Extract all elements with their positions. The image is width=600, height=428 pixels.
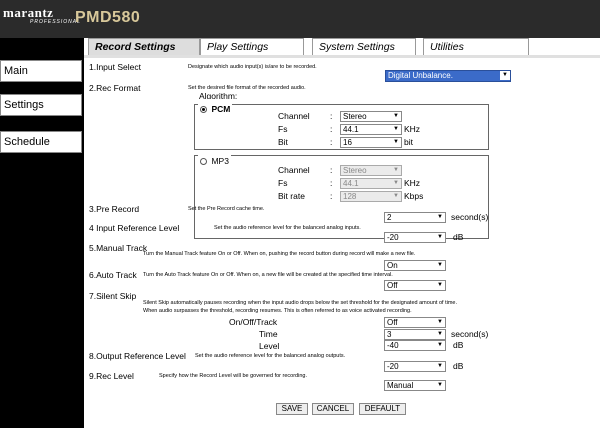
chevron-down-icon: ▼ xyxy=(437,363,443,369)
chevron-down-icon: ▼ xyxy=(393,167,399,173)
auto-track-select[interactable]: Off ▼ xyxy=(384,280,446,291)
pcm-radio[interactable] xyxy=(200,106,207,113)
sidebar-item-settings[interactable]: Settings xyxy=(0,94,82,116)
silent-skip-desc-1: Silent Skip automatically pauses recordi… xyxy=(143,300,457,306)
output-ref-unit: dB xyxy=(453,361,464,371)
mp3-channel-label: Channel xyxy=(278,165,310,175)
brand-tagline: PROFESSIONAL xyxy=(30,19,81,25)
colon-separator: : xyxy=(330,124,333,134)
mp3-fs-select: 44.1 ▼ xyxy=(340,178,402,189)
tab-system-settings[interactable]: System Settings xyxy=(312,38,416,55)
silent-skip-time-unit: second(s) xyxy=(451,329,489,339)
input-select-desc: Designate which audio input(s) is/are to… xyxy=(188,64,317,70)
pcm-fs-select[interactable]: 44.1 ▼ xyxy=(340,124,402,135)
input-select-title: 1.Input Select xyxy=(89,62,141,72)
silent-skip-level-unit: dB xyxy=(453,340,464,350)
tab-divider xyxy=(84,55,600,58)
colon-separator: : xyxy=(330,165,333,175)
input-ref-desc: Set the audio reference level for the ba… xyxy=(214,225,361,231)
settings-panel: Record Settings Play Settings System Set… xyxy=(84,38,600,428)
rec-level-title: 9.Rec Level xyxy=(89,371,134,381)
colon-separator: : xyxy=(330,191,333,201)
input-ref-select[interactable]: -20 ▼ xyxy=(384,232,446,243)
tab-record-settings[interactable]: Record Settings xyxy=(88,38,200,55)
pcm-legend: PCM xyxy=(198,99,233,114)
output-ref-select[interactable]: -20 ▼ xyxy=(384,361,446,372)
model-name: PMD580 xyxy=(75,9,141,26)
pre-record-select[interactable]: 2 ▼ xyxy=(384,212,446,223)
chevron-down-icon: ▼ xyxy=(393,193,399,199)
silent-skip-level-label: Level xyxy=(259,341,280,351)
mp3-radio[interactable] xyxy=(200,158,207,165)
manual-track-desc: Turn the Manual Track feature On or Off.… xyxy=(143,251,416,257)
colon-separator: : xyxy=(330,137,333,147)
colon-separator: : xyxy=(330,111,333,121)
silent-skip-desc-2: When audio surpasses the threshold, reco… xyxy=(143,308,412,314)
tab-utilities[interactable]: Utilities xyxy=(423,38,529,55)
rec-format-title: 2.Rec Format xyxy=(89,83,141,93)
pcm-bit-select[interactable]: 16 ▼ xyxy=(340,137,402,148)
auto-track-title: 6.Auto Track xyxy=(89,270,137,280)
brand-logo: marantz xyxy=(3,5,54,20)
pre-record-title: 3.Pre Record xyxy=(89,204,140,214)
chevron-down-icon: ▼ xyxy=(393,180,399,186)
silent-skip-title: 7.Silent Skip xyxy=(89,291,137,301)
chevron-down-icon: ▼ xyxy=(437,342,443,348)
input-ref-title: 4 Input Reference Level xyxy=(89,223,180,233)
pcm-fs-unit: KHz xyxy=(404,124,421,134)
chevron-down-icon: ▼ xyxy=(500,71,510,80)
pcm-bit-unit: bit xyxy=(404,137,413,147)
rec-level-desc: Specify how the Record Level will be gov… xyxy=(159,373,307,379)
sidebar-item-main[interactable]: Main xyxy=(0,60,82,82)
output-ref-desc: Set the audio reference level for the ba… xyxy=(195,353,346,359)
chevron-down-icon: ▼ xyxy=(393,126,399,132)
rec-level-select[interactable]: Manual ▼ xyxy=(384,380,446,391)
silent-skip-onoff-select[interactable]: Off ▼ xyxy=(384,317,446,328)
chevron-down-icon: ▼ xyxy=(437,262,443,268)
sidebar-item-schedule[interactable]: Schedule xyxy=(0,131,82,153)
default-button[interactable]: DEFAULT xyxy=(359,403,406,415)
save-button[interactable]: SAVE xyxy=(276,403,308,415)
pre-record-desc: Set the Pre Record cache time. xyxy=(188,206,265,212)
pcm-channel-label: Channel xyxy=(278,111,310,121)
manual-track-select[interactable]: On ▼ xyxy=(384,260,446,271)
mp3-fs-unit: KHz xyxy=(404,178,421,188)
cancel-button[interactable]: CANCEL xyxy=(312,403,354,415)
chevron-down-icon: ▼ xyxy=(437,234,443,240)
chevron-down-icon: ▼ xyxy=(437,331,443,337)
mp3-bitrate-select: 128 ▼ xyxy=(340,191,402,202)
app-header: marantz PROFESSIONAL PMD580 xyxy=(0,0,600,38)
mp3-bitrate-label: Bit rate xyxy=(278,191,305,201)
input-select-dropdown[interactable]: Digital Unbalance. ▼ xyxy=(385,70,511,82)
chevron-down-icon: ▼ xyxy=(437,319,443,325)
pre-record-unit: second(s) xyxy=(451,212,489,222)
mp3-fs-label: Fs xyxy=(278,178,288,188)
silent-skip-time-label: Time xyxy=(259,329,278,339)
pcm-channel-select[interactable]: Stereo ▼ xyxy=(340,111,402,122)
chevron-down-icon: ▼ xyxy=(393,113,399,119)
colon-separator: : xyxy=(330,178,333,188)
auto-track-desc: Turn the Auto Track feature On or Off. W… xyxy=(143,272,393,278)
silent-skip-time-select[interactable]: 3 ▼ xyxy=(384,329,446,340)
silent-skip-onoff-label: On/Off/Track xyxy=(229,317,278,327)
manual-track-title: 5.Manual Track xyxy=(89,243,148,253)
mp3-bitrate-unit: Kbps xyxy=(404,191,424,201)
mp3-channel-select: Stereo ▼ xyxy=(340,165,402,176)
chevron-down-icon: ▼ xyxy=(437,214,443,220)
chevron-down-icon: ▼ xyxy=(437,282,443,288)
mp3-legend: MP3 xyxy=(198,151,231,166)
pcm-bit-label: Bit xyxy=(278,137,288,147)
input-ref-unit: dB xyxy=(453,232,464,242)
chevron-down-icon: ▼ xyxy=(437,382,443,388)
pcm-fs-label: Fs xyxy=(278,124,288,134)
chevron-down-icon: ▼ xyxy=(393,139,399,145)
silent-skip-level-select[interactable]: -40 ▼ xyxy=(384,340,446,351)
tab-play-settings[interactable]: Play Settings xyxy=(200,38,304,55)
output-ref-title: 8.Output Reference Level xyxy=(89,351,186,361)
